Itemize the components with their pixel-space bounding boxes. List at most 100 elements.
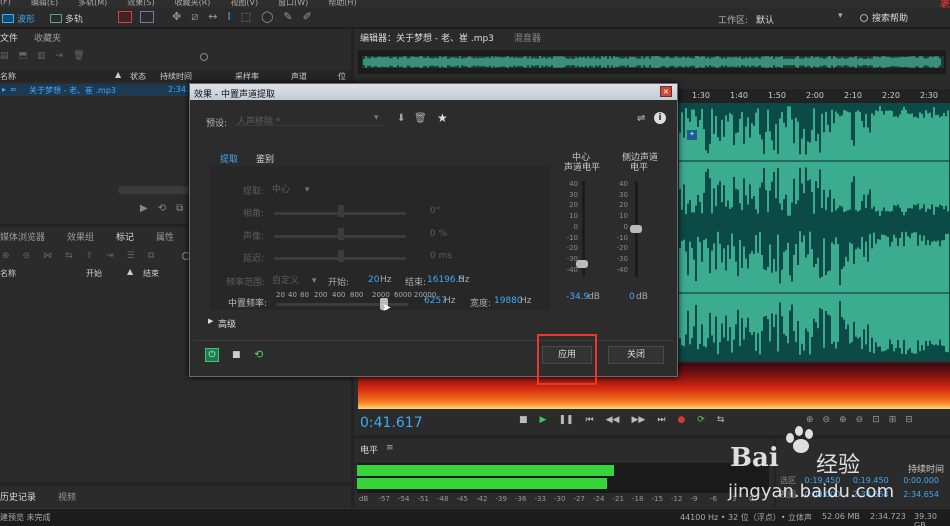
width-value[interactable]: 19880 xyxy=(494,296,523,306)
info-icon[interactable]: i xyxy=(654,112,666,124)
save-preset-icon[interactable]: ⬇ xyxy=(397,113,405,124)
spectral-pitch-icon[interactable] xyxy=(140,11,154,23)
batch-marker-icon[interactable]: ⧉ xyxy=(148,251,154,261)
sort-ascending-icon[interactable]: ▲ xyxy=(115,70,121,79)
tab-history[interactable]: 历史记录 xyxy=(0,490,36,503)
tab-discrimination[interactable]: 鉴别 xyxy=(256,152,274,165)
menu-item[interactable]: (F) xyxy=(0,0,11,8)
stop-button[interactable]: ■ xyxy=(519,415,528,425)
convert-marker-icon[interactable]: ⇆ xyxy=(65,251,73,261)
freq-range-dropdown[interactable]: 自定义 ▾ xyxy=(272,273,318,286)
go-to-end-button[interactable]: ⏭ xyxy=(657,415,665,425)
power-toggle-icon[interactable]: ⏻ xyxy=(205,348,219,362)
brush-tool-icon[interactable]: ✎ xyxy=(283,10,292,24)
overview-strip[interactable] xyxy=(358,50,946,74)
lasso-tool-icon[interactable]: ◯ xyxy=(261,10,273,24)
menu-item[interactable]: 效果(S) xyxy=(127,0,154,8)
tab-video[interactable]: 视频 xyxy=(58,490,76,503)
stop-preview-icon[interactable]: ■ xyxy=(232,350,241,360)
import-file-icon[interactable]: ⬒ xyxy=(19,51,28,61)
go-to-start-button[interactable]: ⏮ xyxy=(586,415,594,425)
delete-icon[interactable]: 🗑 xyxy=(73,51,84,61)
insert-icon[interactable]: ⇥ xyxy=(56,51,64,61)
pan-slider-thumb[interactable] xyxy=(338,228,344,240)
dialog-close-icon[interactable]: × xyxy=(660,86,672,97)
menu-item[interactable]: 编辑(E) xyxy=(31,0,58,8)
preview-auto-icon[interactable]: ⧉ xyxy=(176,203,183,214)
advanced-expand-icon[interactable]: ▶ xyxy=(208,317,213,325)
preset-dropdown[interactable]: 人声移除 * ▾ xyxy=(234,112,384,127)
center-level-value[interactable]: -34.9 xyxy=(566,292,589,302)
menu-item[interactable]: 帮助(H) xyxy=(328,0,356,8)
center-level-fader-thumb[interactable] xyxy=(576,260,588,268)
tab-mixer[interactable]: 混音器 xyxy=(514,31,541,44)
tab-extract[interactable]: 提取 xyxy=(220,152,238,165)
tab-markers[interactable]: 标记 xyxy=(116,230,134,243)
marker-pin-icon[interactable]: ✦ xyxy=(687,130,697,140)
menu-item[interactable]: 视图(V) xyxy=(230,0,258,8)
panel-menu-icon[interactable]: ≡ xyxy=(386,443,394,456)
tab-effects-rack[interactable]: 效果组 xyxy=(67,230,94,243)
files-search-icon[interactable] xyxy=(200,53,208,61)
merge-marker-icon[interactable]: ⋈ xyxy=(43,251,52,261)
dialog-title-bar[interactable]: 效果 - 中置声道提取 × xyxy=(190,84,677,100)
zoom-out-time-icon[interactable]: ⊖ xyxy=(856,415,864,425)
workspace-chevron-icon[interactable]: ▾ xyxy=(838,11,843,21)
loop-button[interactable]: ⟳ xyxy=(697,415,705,425)
delete-marker-icon[interactable]: ⊖ xyxy=(23,251,31,261)
start-frequency-value[interactable]: 20 xyxy=(368,275,379,285)
add-marker-icon[interactable]: ⊕ xyxy=(2,251,10,261)
marquee-tool-icon[interactable]: ⬚ xyxy=(241,10,251,24)
phase-slider-thumb[interactable] xyxy=(338,205,344,217)
routing-icon[interactable]: ⇌ xyxy=(637,113,645,124)
menu-item[interactable]: 多轨(M) xyxy=(78,0,107,8)
zoom-selection-icon[interactable]: ⊞ xyxy=(889,415,897,425)
skip-selection-button[interactable]: ⇆ xyxy=(717,415,725,425)
tab-editor[interactable]: 编辑器：关于梦想 - 老、崔 .mp3 xyxy=(360,31,494,44)
advanced-label[interactable]: 高级 xyxy=(218,317,236,330)
zoom-out-amplitude-icon[interactable]: ⊖ xyxy=(823,415,831,425)
spot-healing-tool-icon[interactable]: ✐ xyxy=(303,10,312,24)
tab-media-browser[interactable]: 媒体浏览器 xyxy=(0,230,45,243)
record-button[interactable]: ● xyxy=(677,415,685,425)
export-marker-icon[interactable]: ⇪ xyxy=(86,251,94,261)
menu-item[interactable]: 收藏夹(R) xyxy=(175,0,211,8)
rewind-button[interactable]: ◀◀ xyxy=(606,415,620,425)
preview-loop-icon[interactable]: ⟲ xyxy=(158,203,166,214)
zoom-in-time-icon[interactable]: ⊕ xyxy=(839,415,847,425)
zoom-in-amplitude-icon[interactable]: ⊕ xyxy=(806,415,814,425)
pause-button[interactable]: ❚❚ xyxy=(558,415,573,425)
search-help-field[interactable]: 搜索帮助 xyxy=(860,11,908,24)
close-button[interactable]: 关闭 xyxy=(608,346,664,364)
zoom-full-icon[interactable]: ⊡ xyxy=(872,415,880,425)
delete-preset-icon[interactable]: 🗑 xyxy=(414,113,427,124)
favorite-star-icon[interactable]: ★ xyxy=(437,111,448,125)
loop-preview-icon[interactable]: ⟲ xyxy=(254,348,263,361)
sort-icon[interactable]: ▲ xyxy=(127,267,133,276)
razor-tool-icon[interactable]: ⧄ xyxy=(191,10,198,24)
side-level-fader-thumb[interactable] xyxy=(630,225,642,233)
waveform-view-button[interactable]: 波形 xyxy=(2,11,35,25)
fast-forward-button[interactable]: ▶▶ xyxy=(631,415,645,425)
delay-slider-thumb[interactable] xyxy=(338,250,344,262)
menu-item[interactable]: 窗口(W) xyxy=(278,0,308,8)
preview-play-icon[interactable]: ▶ xyxy=(140,203,148,214)
play-button[interactable]: ▶ xyxy=(540,415,547,425)
insert-marker-icon[interactable]: ⇥ xyxy=(106,251,114,261)
multitrack-view-button[interactable]: 多轨 xyxy=(50,11,83,25)
move-tool-icon[interactable]: ✥ xyxy=(172,10,181,24)
slip-tool-icon[interactable]: ↔ xyxy=(208,10,217,24)
tab-files[interactable]: 文件 xyxy=(0,31,18,44)
tab-properties[interactable]: 属性 xyxy=(156,230,174,243)
workspace-dropdown[interactable]: 默认 xyxy=(756,13,774,26)
playlist-marker-icon[interactable]: ☰ xyxy=(127,251,135,261)
file-expand-icon[interactable]: ▸ xyxy=(2,85,6,94)
side-level-value[interactable]: 0 xyxy=(629,292,635,302)
open-file-icon[interactable]: ▤ xyxy=(0,51,9,61)
tab-favorites[interactable]: 收藏夹 xyxy=(34,31,61,44)
time-selection-tool-icon[interactable]: I xyxy=(227,10,230,24)
spectral-frequency-icon[interactable] xyxy=(118,11,132,23)
extract-dropdown[interactable]: 中心 ▾ xyxy=(272,182,318,195)
zoom-left-icon[interactable]: ⊟ xyxy=(905,415,913,425)
new-file-icon[interactable]: ▥ xyxy=(37,51,46,61)
